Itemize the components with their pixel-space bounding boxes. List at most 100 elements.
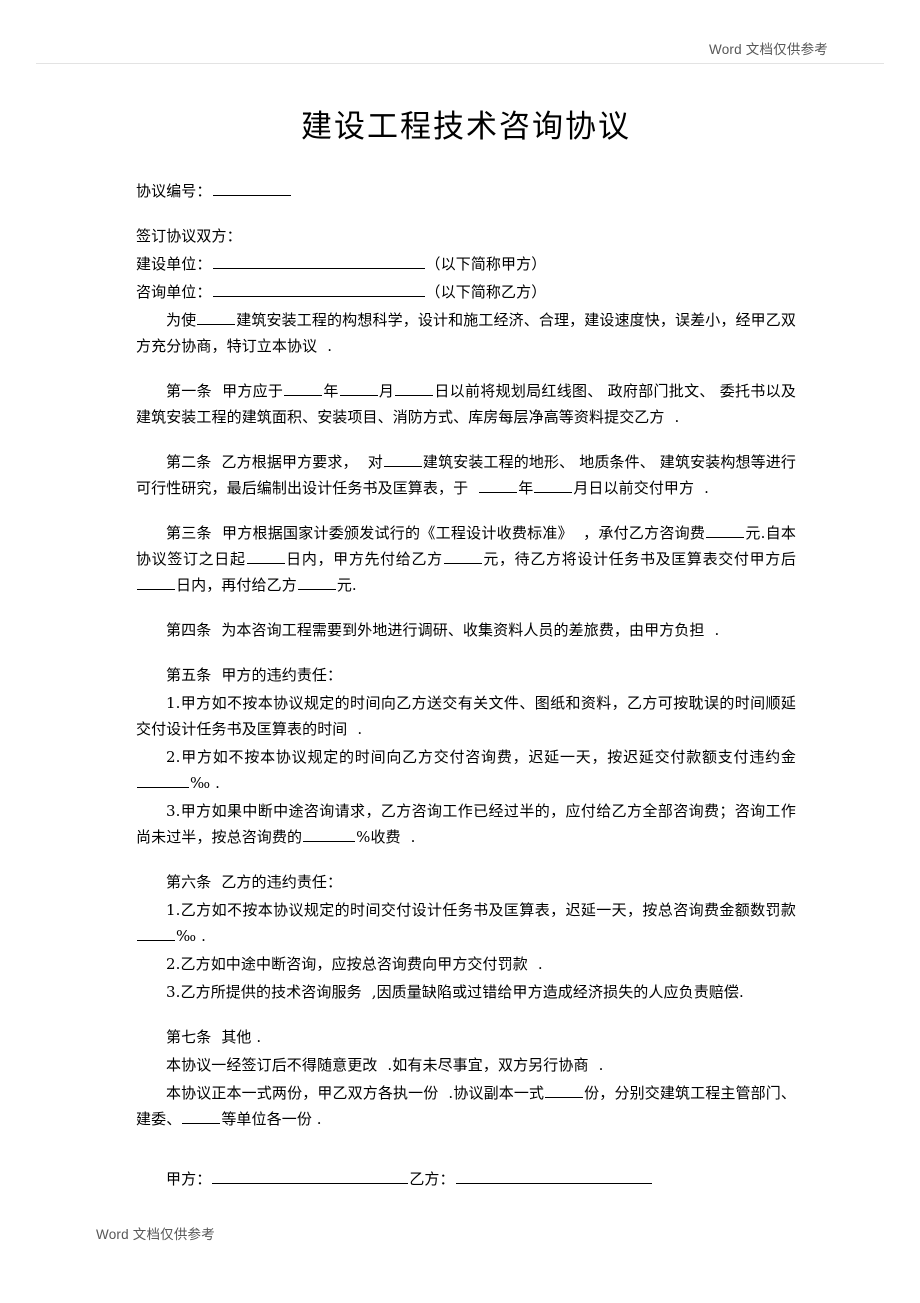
party-b-label: 咨询单位：: [136, 283, 212, 301]
article-2-text-5: 月日以前交付甲方: [573, 479, 695, 497]
article-6-item-1: 1.乙方如不按本协议规定的时间交付设计任务书及匡算表，迟延一天，按总咨询费金额数…: [136, 897, 796, 949]
article-5-label: 第五条: [166, 666, 212, 684]
article-2-text-2: 对: [367, 453, 383, 471]
article-3-text-6: 日内，再付给乙方: [176, 576, 297, 594]
signature-party-b-label: 乙方：: [409, 1170, 455, 1188]
party-b-line: 咨询单位： （以下简称乙方）: [136, 279, 796, 305]
article-5-item-2: 2.甲方如不按本协议规定的时间向乙方交付咨询费，迟延一天，按迟延交付款额支付违约…: [136, 744, 796, 796]
article-1-month-blank[interactable]: [339, 381, 378, 396]
article-2-month-blank[interactable]: [534, 478, 573, 493]
article-1-label: 第一条: [166, 382, 212, 400]
article-7-line-2-a: 本协议正本一式两份，甲乙双方各执一份: [166, 1084, 439, 1102]
preamble-project-blank[interactable]: [197, 310, 236, 325]
article-7-line-2: 本协议正本一式两份，甲乙双方各执一份 .协议副本一式 份，分别交建筑工程主管部门、建…: [136, 1080, 796, 1132]
agreement-number-blank[interactable]: [212, 181, 291, 196]
article-6-item-3-text-b: ,因质量缺陷或过错给甲方造成经济损失的人应负责赔偿: [371, 983, 739, 1001]
article-6-item-2-end: .: [537, 955, 543, 973]
article-3: 第三条 甲方根据国家计委颁发试行的《工程设计收费标准》 ，承付乙方咨询费 元.自本协议…: [136, 520, 796, 598]
agreement-number-line: 协议编号：: [136, 178, 796, 204]
article-6-item-3-text-a: 3.乙方所提供的技术咨询服务: [166, 983, 362, 1001]
preamble-paragraph: 为使 建筑安装工程的构想科学，设计和施工经济、合理，建设速度快，误差小，经甲乙双方…: [136, 307, 796, 359]
article-5-item-1-end: .: [357, 720, 363, 738]
signature-row: 甲方： 乙方：: [136, 1166, 796, 1192]
party-a-label: 建设单位：: [136, 255, 212, 273]
article-6-item-3: 3.乙方所提供的技术咨询服务 ,因质量缺陷或过错给甲方造成经济损失的人应负责赔偿.: [136, 979, 796, 1005]
agreement-number-label: 协议编号：: [136, 182, 212, 200]
article-3-text-2: ，承付乙方咨询费: [582, 524, 706, 542]
article-5-penalty-blank[interactable]: [137, 773, 189, 788]
signature-party-b-blank[interactable]: [455, 1169, 652, 1184]
article-7-line-2-b: .协议副本一式: [448, 1084, 545, 1102]
article-6-heading-line: 第六条 乙方的违约责任：: [136, 869, 796, 895]
article-2-text-6: .: [704, 479, 709, 497]
article-2-label: 第二条: [166, 453, 212, 471]
article-5-item-2-text: 2.甲方如不按本协议规定的时间向乙方交付咨询费，迟延一天，按迟延交付款额支付违约…: [166, 748, 796, 766]
article-6-item-2: 2.乙方如中途中断咨询，应按总咨询费向甲方交付罚款.: [136, 951, 796, 977]
header-watermark-text: Word 文档仅供参考: [709, 42, 828, 57]
footer-watermark-text: Word 文档仅供参考: [96, 1227, 215, 1242]
article-7-unit-blank[interactable]: [182, 1109, 221, 1124]
article-2-text-1: 乙方根据甲方要求，: [221, 453, 358, 471]
article-3-text-7: 元.: [336, 576, 357, 594]
article-5-item-3-unit: %收费: [356, 828, 401, 846]
article-6-item-3-end: .: [739, 983, 744, 1001]
preamble-text-1: 为使: [166, 311, 197, 329]
party-a-note: （以下简称甲方）: [425, 255, 547, 273]
header-divider: [36, 63, 884, 64]
article-6-item-1-text: 1.乙方如不按本协议规定的时间交付设计任务书及匡算表，迟延一天，按总咨询费金额数…: [166, 901, 796, 919]
article-7-line-2-d: 等单位各一份 .: [221, 1110, 322, 1128]
article-3-text-5: 元，待乙方将设计任务书及匡算表交付甲方后: [482, 550, 796, 568]
article-5-item-3: 3.甲方如果中断中途咨询请求，乙方咨询工作已经过半的，应付给乙方全部咨询费；咨询…: [136, 798, 796, 850]
article-4-label: 第四条: [166, 621, 212, 639]
article-6-label: 第六条: [166, 873, 212, 891]
article-3-fee-blank[interactable]: [706, 523, 745, 538]
article-6-item-2-text: 2.乙方如中途中断咨询，应按总咨询费向甲方交付罚款: [166, 955, 528, 973]
article-6-item-1-unit: ‰ .: [176, 927, 206, 945]
article-5-item-3-text: 3.甲方如果中断中途咨询请求，乙方咨询工作已经过半的，应付给乙方全部咨询费；咨询…: [136, 802, 796, 846]
article-7-label: 第七条: [166, 1028, 212, 1046]
article-3-text-4: 日内，甲方先付给乙方: [285, 550, 443, 568]
article-5-heading: 甲方的违约责任：: [221, 666, 343, 684]
article-6-fine-blank[interactable]: [137, 926, 175, 941]
article-2: 第二条 乙方根据甲方要求，对建筑安装工程的地形、 地质条件、 建筑安装构想等进行可…: [136, 449, 796, 501]
article-3-days2-blank[interactable]: [137, 575, 175, 590]
article-7-line-1-a: 本协议一经签订后不得随意更改: [166, 1056, 378, 1074]
party-b-blank[interactable]: [212, 282, 425, 297]
article-7-line-1-b: .如有未尽事宜，双方另行协商: [387, 1056, 589, 1074]
article-2-year-blank[interactable]: [479, 478, 518, 493]
parties-heading: 签订协议双方：: [136, 227, 242, 245]
article-2-project-blank[interactable]: [383, 452, 422, 467]
article-5-item-1: 1.甲方如不按本协议规定的时间向乙方送交有关文件、图纸和资料，乙方可按耽误的时间…: [136, 690, 796, 742]
article-6-heading: 乙方的违约责任：: [221, 873, 343, 891]
party-a-blank[interactable]: [212, 254, 425, 269]
article-5-item-1-text: 1.甲方如不按本协议规定的时间向乙方送交有关文件、图纸和资料，乙方可按耽误的时间…: [136, 694, 796, 738]
article-4: 第四条 为本咨询工程需要到外地进行调研、收集资料人员的差旅费，由甲方负担.: [136, 617, 796, 643]
article-2-text-4: 年: [518, 479, 534, 497]
article-7-copies-blank[interactable]: [545, 1083, 584, 1098]
page-header: Word 文档仅供参考: [0, 0, 920, 70]
page-title: 建设工程技术咨询协议: [301, 109, 631, 145]
article-1: 第一条 甲方应于年月日以前将规划局红线图、 政府部门批文、 委托书以及建筑安装工程…: [136, 378, 796, 430]
signature-party-a-blank[interactable]: [212, 1169, 409, 1184]
article-7-line-1-end: .: [598, 1056, 604, 1074]
document-body: 建设工程技术咨询协议 协议编号： 签订协议双方： 建设单位： （以下简称甲方） 咨…: [136, 104, 796, 1192]
article-5-percent-blank[interactable]: [303, 827, 356, 842]
article-5-item-2-unit: ‰ .: [190, 774, 220, 792]
article-4-text-1: 为本咨询工程需要到外地进行调研、收集资料人员的差旅费，由甲方负担: [221, 621, 705, 639]
article-1-text-5: .: [674, 408, 680, 426]
article-1-text-2: 年: [323, 382, 339, 400]
article-3-amount2-blank[interactable]: [297, 575, 336, 590]
document-page: Word 文档仅供参考 建设工程技术咨询协议 协议编号： 签订协议双方： 建设单…: [0, 0, 920, 1303]
article-1-year-blank[interactable]: [284, 381, 323, 396]
article-1-text-1: 甲方应于: [221, 382, 284, 400]
article-1-day-blank[interactable]: [395, 381, 434, 396]
article-3-label: 第三条: [166, 524, 212, 542]
article-5-heading-line: 第五条 甲方的违约责任：: [136, 662, 796, 688]
article-3-amount1-blank[interactable]: [443, 549, 482, 564]
article-3-text-1: 甲方根据国家计委颁发试行的《工程设计收费标准》: [221, 524, 573, 542]
article-3-days1-blank[interactable]: [246, 549, 285, 564]
party-a-line: 建设单位： （以下简称甲方）: [136, 251, 796, 277]
article-7-heading-line: 第七条 其他 .: [136, 1024, 796, 1050]
article-7-line-1: 本协议一经签订后不得随意更改 .如有未尽事宜，双方另行协商.: [136, 1052, 796, 1078]
signature-party-a-label: 甲方：: [166, 1170, 212, 1188]
